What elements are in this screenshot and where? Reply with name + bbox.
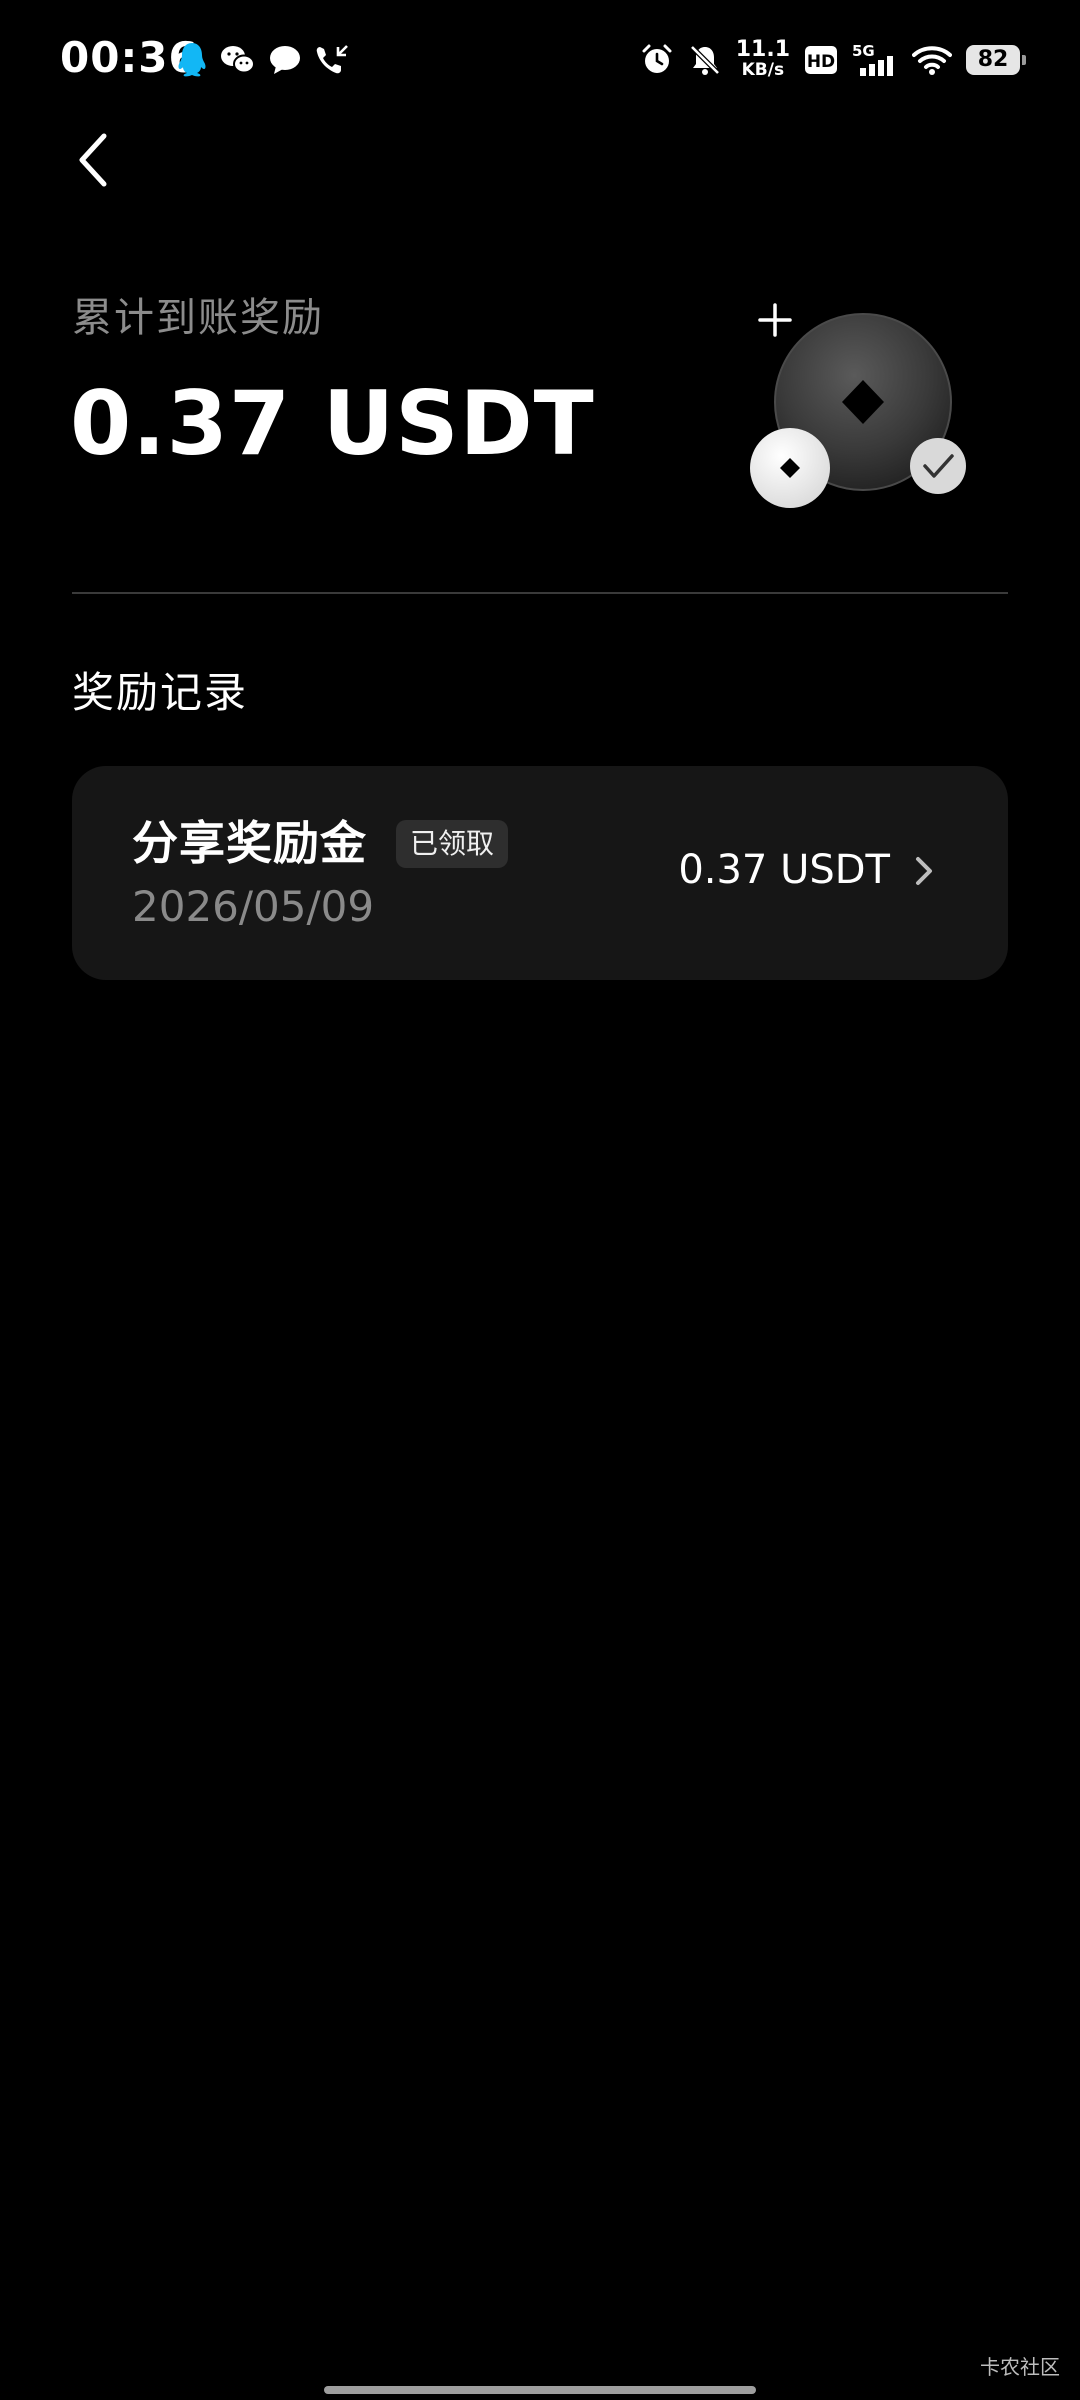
missed-call-icon [316, 45, 348, 74]
hd-icon: HD [805, 46, 837, 74]
reward-page: 00:36 11.1 KB/s HD 5G 82 累计到账奖励 0.37 USD… [0, 0, 1080, 2400]
status-bar: 00:36 11.1 KB/s HD 5G 82 [0, 0, 1080, 120]
qq-icon [178, 43, 206, 77]
summary-label: 累计到账奖励 [72, 295, 324, 341]
wifi-icon [912, 46, 952, 75]
record-card[interactable]: 分享奖励金 已领取 2026/05/09 0.37 USDT [72, 766, 1008, 980]
record-amount: 0.37 USDT [678, 847, 890, 893]
divider [72, 592, 1008, 594]
chevron-right-icon [916, 857, 932, 885]
system-status: 11.1 KB/s HD 5G 82 [640, 34, 1026, 86]
svg-text:HD: HD [807, 52, 835, 72]
coin-illustration [750, 303, 966, 508]
network-speed: 11.1 KB/s [735, 37, 790, 81]
summary-amount: 0.37 USDT [70, 372, 595, 475]
record-date: 2026/05/09 [132, 882, 375, 931]
message-icon [270, 46, 300, 74]
alarm-icon [642, 44, 672, 73]
record-title: 分享奖励金 [132, 816, 367, 870]
battery-icon: 82 [966, 45, 1026, 75]
chevron-left-icon [79, 133, 107, 187]
back-button[interactable] [66, 128, 126, 192]
network-speed-unit: KB/s [741, 60, 785, 80]
home-indicator[interactable] [324, 2386, 756, 2394]
svg-text:5G: 5G [852, 42, 875, 60]
mute-icon [689, 45, 720, 75]
watermark: 卡农社区 [980, 2355, 1060, 2379]
section-title: 奖励记录 [72, 668, 249, 717]
notification-icons [176, 38, 350, 82]
status-badge: 已领取 [396, 820, 509, 868]
wechat-icon [221, 46, 255, 74]
signal-icon: 5G [852, 42, 893, 76]
network-speed-value: 11.1 [735, 37, 790, 62]
